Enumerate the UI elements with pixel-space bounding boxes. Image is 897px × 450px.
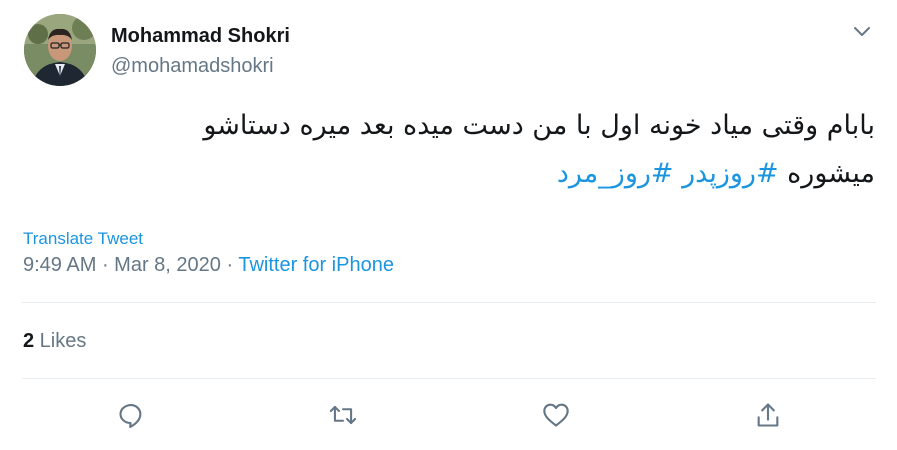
tweet-card: Mohammad Shokri @mohamadshokri بابام وقت… bbox=[0, 0, 897, 450]
tweet-source-link[interactable]: Twitter for iPhone bbox=[238, 254, 394, 276]
likes-label: Likes bbox=[34, 330, 87, 352]
meta-separator: · bbox=[96, 254, 115, 276]
tweet-text: بابام وقتی میاد خونه اول با من دست میده … bbox=[15, 102, 875, 198]
tweet-line-1: بابام وقتی میاد خونه اول با من دست میده … bbox=[203, 110, 875, 141]
author-handle[interactable]: @mohamadshokri bbox=[111, 55, 274, 78]
author-name[interactable]: Mohammad Shokri bbox=[111, 25, 290, 48]
reply-icon[interactable] bbox=[116, 400, 146, 430]
hashtag-link[interactable]: #روزپدر bbox=[682, 158, 778, 189]
tweet-line-2-text: میشوره bbox=[778, 158, 875, 189]
hashtag-link[interactable]: #روز_مرد bbox=[557, 158, 674, 189]
avatar[interactable] bbox=[24, 14, 96, 86]
divider bbox=[22, 378, 876, 379]
divider bbox=[22, 302, 876, 303]
tweet-date[interactable]: Mar 8, 2020 bbox=[114, 254, 221, 276]
meta-separator: · bbox=[220, 254, 239, 276]
heart-icon[interactable] bbox=[541, 400, 571, 430]
tweet-line-2: میشوره #روزپدر #روز_مرد bbox=[15, 150, 875, 198]
tweet-meta: 9:49 AM · Mar 8, 2020 · Twitter for iPho… bbox=[23, 254, 394, 277]
likes-count: 2 bbox=[23, 330, 35, 352]
tweet-time[interactable]: 9:49 AM bbox=[23, 254, 96, 276]
retweet-icon[interactable] bbox=[328, 400, 358, 430]
chevron-down-icon[interactable] bbox=[850, 22, 874, 42]
share-icon[interactable] bbox=[753, 400, 783, 430]
translate-tweet-link[interactable]: Translate Tweet bbox=[23, 229, 143, 249]
likes-stat[interactable]: 2 Likes bbox=[23, 330, 86, 353]
